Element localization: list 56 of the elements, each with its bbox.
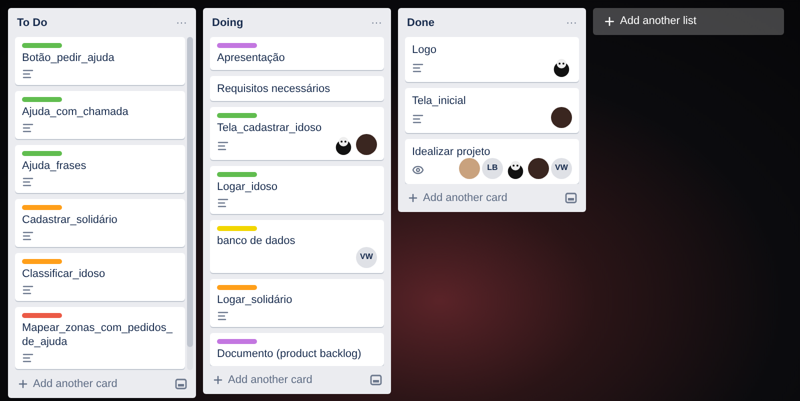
plus-icon: [407, 192, 419, 204]
card[interactable]: Idealizar projeto LB VW: [405, 138, 579, 184]
card-title: Requisitos necessários: [217, 82, 332, 96]
card-title: Logo: [412, 42, 438, 56]
card-title: Cadastrar_solidário: [22, 212, 118, 226]
list-title: Doing: [212, 16, 244, 31]
card[interactable]: Requisitos necessários: [210, 76, 384, 100]
member-avatar[interactable]: [551, 106, 572, 128]
list-menu-button[interactable]: ···: [176, 18, 187, 29]
add-list-button[interactable]: Add another list: [593, 8, 784, 35]
scrollbar[interactable]: [187, 36, 193, 370]
card-title: Ajuda_frases: [22, 158, 88, 172]
add-card-button[interactable]: Add another card: [407, 190, 508, 206]
card-title: Tela_inicial: [412, 94, 467, 108]
plus-icon: [17, 378, 29, 390]
card-template-icon[interactable]: [565, 192, 577, 204]
card-title: Mapear_zonas_com_pedidos_de_ajuda: [22, 320, 174, 348]
card[interactable]: Classificar_idoso: [15, 252, 185, 300]
card[interactable]: Ajuda_frases: [15, 144, 185, 192]
list-menu-button[interactable]: ···: [566, 18, 577, 29]
member-initials[interactable]: VW: [356, 246, 377, 268]
card-title: Ajuda_com_chamada: [22, 104, 130, 118]
member-initials[interactable]: VW: [551, 158, 572, 178]
card[interactable]: Logar_solidário: [210, 278, 384, 326]
card-title: Apresentação: [217, 50, 286, 64]
card[interactable]: Documento (product backlog): [210, 332, 384, 366]
member-avatar[interactable]: [356, 134, 377, 154]
card-template-icon[interactable]: [175, 378, 187, 390]
add-card-button[interactable]: Add another card: [212, 372, 312, 388]
member-avatar[interactable]: [528, 158, 549, 178]
add-card-button[interactable]: Add another card: [17, 376, 118, 392]
card[interactable]: Tela_inicial: [405, 88, 579, 132]
card[interactable]: Ajuda_com_chamada: [15, 90, 185, 138]
card-title: Logar_idoso: [217, 180, 279, 194]
list-title: To Do: [17, 16, 48, 31]
card-title: Botão_pedir_ajuda: [22, 50, 116, 64]
card-title: Classificar_idoso: [22, 266, 106, 280]
card-title: banco de dados: [217, 234, 296, 248]
card[interactable]: Logo: [405, 36, 579, 82]
member-initials[interactable]: LB: [482, 158, 503, 178]
card-title: Logar_solidário: [217, 292, 294, 306]
card[interactable]: Cadastrar_solidário: [15, 198, 185, 246]
card-template-icon[interactable]: [370, 374, 382, 386]
card[interactable]: Mapear_zonas_com_pedidos_de_ajuda: [15, 306, 185, 368]
card[interactable]: Logar_idoso: [210, 166, 384, 214]
card[interactable]: Apresentação: [210, 36, 384, 70]
list-menu-button[interactable]: ···: [371, 18, 382, 29]
card-title: Tela_cadastrar_idoso: [217, 120, 323, 134]
plus-icon: [603, 15, 616, 28]
card[interactable]: banco de dados VW: [210, 220, 384, 272]
plus-icon: [212, 374, 224, 386]
card[interactable]: Botão_pedir_ajuda: [15, 36, 185, 84]
card-title: Documento (product backlog): [217, 346, 362, 360]
card[interactable]: Tela_cadastrar_idoso: [210, 106, 384, 160]
card-title: Idealizar projeto: [412, 144, 492, 158]
list-title: Done: [407, 16, 434, 31]
